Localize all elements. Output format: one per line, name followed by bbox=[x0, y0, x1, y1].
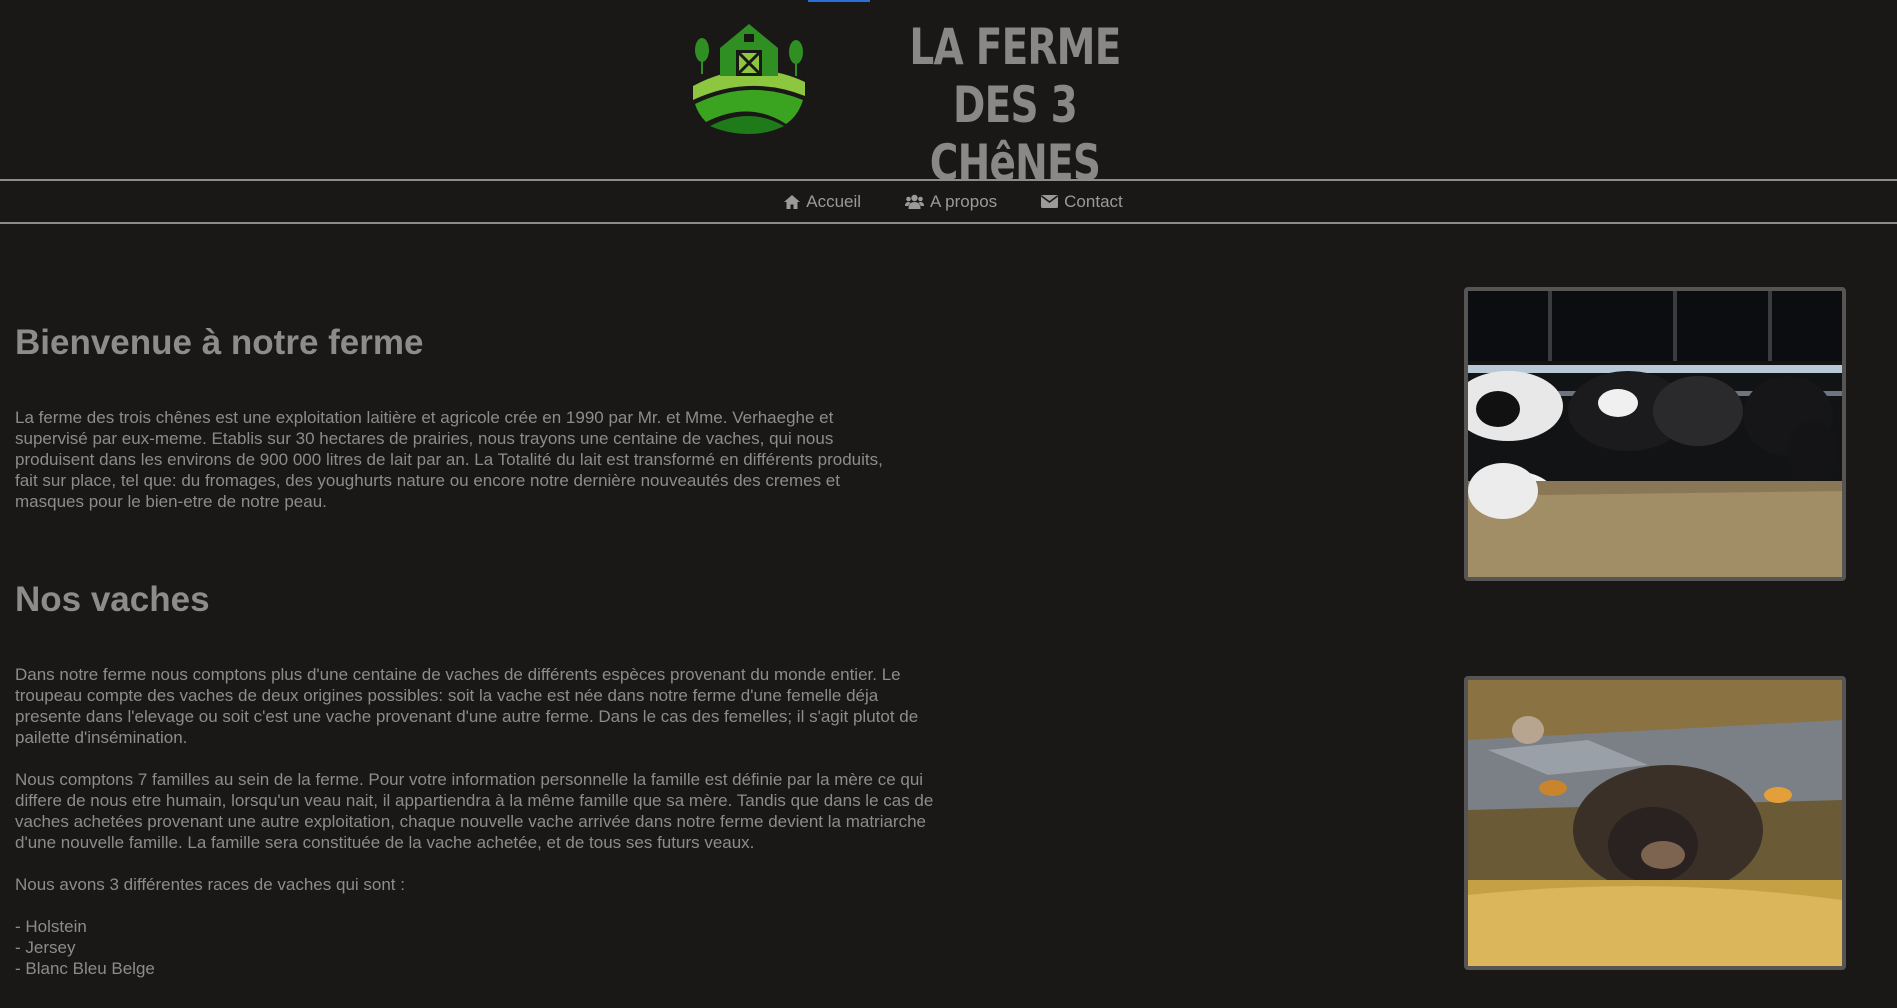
site-header: LA FERME DES 3 CHêNES bbox=[0, 0, 1897, 192]
users-icon bbox=[905, 194, 925, 209]
welcome-heading: Bienvenue à notre ferme bbox=[15, 323, 424, 362]
nav-item-contact[interactable]: Contact bbox=[1041, 192, 1123, 212]
nav-label-accueil: Accueil bbox=[806, 191, 862, 211]
breed-list: - Holstein - Jersey - Blanc Bleu Belge bbox=[15, 916, 935, 979]
envelope-icon bbox=[1041, 195, 1059, 208]
nav-item-a-propos[interactable]: A propos bbox=[905, 192, 997, 212]
cow-in-straw-photo bbox=[1464, 676, 1846, 970]
breed-item: - Jersey bbox=[15, 938, 76, 957]
cows-text: Dans notre ferme nous comptons plus d'un… bbox=[15, 664, 935, 979]
breed-item: - Holstein bbox=[15, 917, 87, 936]
site-title: LA FERME DES 3 CHêNES bbox=[890, 18, 1140, 192]
breed-item: - Blanc Bleu Belge bbox=[15, 959, 155, 978]
nav-label-a-propos: A propos bbox=[930, 191, 998, 211]
cows-feeding-photo bbox=[1464, 287, 1846, 581]
farm-logo-icon[interactable] bbox=[690, 16, 808, 134]
cows-heading: Nos vaches bbox=[15, 580, 210, 619]
main-navbar: Accueil A propos Contact bbox=[0, 179, 1897, 224]
nav-item-accueil[interactable]: Accueil bbox=[784, 192, 861, 212]
nav-label-contact: Contact bbox=[1064, 191, 1123, 211]
home-icon bbox=[784, 194, 801, 209]
welcome-text: La ferme des trois chênes est une exploi… bbox=[15, 408, 883, 511]
site-title-line1: LA FERME DES 3 bbox=[909, 18, 1121, 134]
cows-paragraph-1: Dans notre ferme nous comptons plus d'un… bbox=[15, 665, 919, 747]
cows-paragraph-2: Nous comptons 7 familles au sein de la f… bbox=[15, 770, 934, 852]
cows-paragraph-3: Nous avons 3 différentes races de vaches… bbox=[15, 875, 405, 894]
